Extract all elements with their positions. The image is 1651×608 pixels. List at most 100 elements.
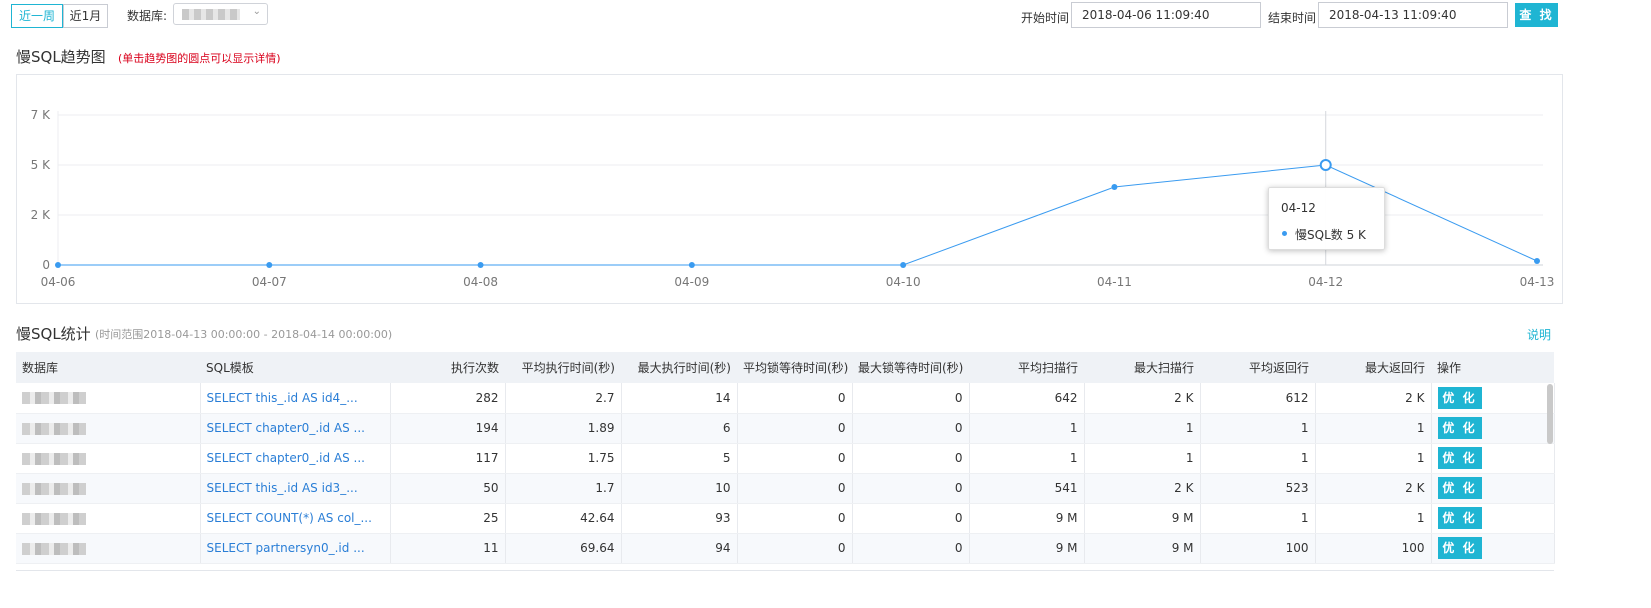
cell-max-scan-rows: 1 xyxy=(1084,443,1201,474)
cell-database-blurred xyxy=(16,533,201,564)
cell-avg-scan-rows: 9 M xyxy=(969,503,1085,534)
sql-template-link[interactable]: SELECT COUNT(*) AS col_... xyxy=(207,511,372,525)
stats-time-range: (时间范围2018-04-13 00:00:00 - 2018-04-14 00… xyxy=(95,328,393,341)
cell-max-lock-wait: 0 xyxy=(852,473,970,504)
cell-max-lock-wait: 0 xyxy=(852,503,970,534)
col-header-avg-scan-rows: 平均扫描行 xyxy=(969,352,1084,383)
cell-max-scan-rows: 1 xyxy=(1084,413,1201,444)
col-header-sql-template: SQL模板 xyxy=(200,352,390,383)
cell-avg-return-rows: 612 xyxy=(1200,383,1316,414)
optimize-button[interactable]: 优 化 xyxy=(1437,537,1482,559)
col-header-actions: 操作 xyxy=(1431,352,1554,383)
trend-title: 慢SQL趋势图 xyxy=(16,48,106,66)
cell-max-exec-time: 94 xyxy=(621,533,738,564)
col-header-max-exec-time: 最大执行时间(秒) xyxy=(621,352,737,383)
tooltip-series-dot-icon xyxy=(1282,231,1287,236)
tab-recent-week[interactable]: 近一周 xyxy=(11,4,63,28)
data-point xyxy=(1111,184,1118,190)
table-row: SELECT this_.id AS id3_... 50 1.7 10 0 0… xyxy=(16,473,1555,504)
cell-max-lock-wait: 0 xyxy=(852,383,970,414)
y-tick-label: 7 K xyxy=(31,108,51,122)
data-point xyxy=(900,262,907,268)
table-bottom-edge xyxy=(16,570,1554,575)
cell-max-exec-time: 10 xyxy=(621,473,738,504)
sql-template-link[interactable]: SELECT chapter0_.id AS ... xyxy=(207,421,365,435)
data-point xyxy=(55,262,61,268)
database-select[interactable]: ⌄ xyxy=(173,3,268,25)
cell-avg-exec-time: 69.64 xyxy=(505,533,622,564)
sql-template-link[interactable]: SELECT partnersyn0_.id ... xyxy=(207,541,365,555)
stats-title: 慢SQL统计 xyxy=(16,325,91,343)
optimize-button[interactable]: 优 化 xyxy=(1437,507,1482,529)
slow-sql-table: 数据库 SQL模板 执行次数 平均执行时间(秒) 最大执行时间(秒) 平均锁等待… xyxy=(16,352,1555,564)
cell-max-return-rows: 1 xyxy=(1315,443,1432,474)
cell-max-scan-rows: 2 K xyxy=(1084,473,1201,504)
col-header-max-lock-wait: 最大锁等待时间(秒) xyxy=(852,352,969,383)
table-row: SELECT chapter0_.id AS ... 117 1.75 5 0 … xyxy=(16,443,1555,474)
sql-template-link[interactable]: SELECT chapter0_.id AS ... xyxy=(207,451,365,465)
data-point xyxy=(266,262,273,268)
cell-avg-lock-wait: 0 xyxy=(737,503,853,534)
x-tick-label: 04-12 xyxy=(1308,275,1343,289)
optimize-button[interactable]: 优 化 xyxy=(1437,417,1482,439)
cell-max-return-rows: 2 K xyxy=(1315,473,1432,504)
cell-max-exec-time: 14 xyxy=(621,383,738,414)
col-header-database: 数据库 xyxy=(16,352,200,383)
cell-avg-return-rows: 1 xyxy=(1200,503,1316,534)
x-tick-label: 04-08 xyxy=(463,275,498,289)
data-point xyxy=(1534,258,1540,264)
y-tick-label: 2 K xyxy=(31,208,51,222)
cell-avg-return-rows: 1 xyxy=(1200,413,1316,444)
data-point xyxy=(477,262,484,268)
tooltip-value: 慢SQL数 5 K xyxy=(1295,228,1366,242)
cell-max-exec-time: 93 xyxy=(621,503,738,534)
cell-exec-count: 25 xyxy=(390,503,506,534)
end-time-input[interactable]: 2018-04-13 11:09:40 xyxy=(1318,2,1508,28)
optimize-button[interactable]: 优 化 xyxy=(1437,386,1482,409)
cell-max-lock-wait: 0 xyxy=(852,443,970,474)
sql-template-link[interactable]: SELECT this_.id AS id3_... xyxy=(207,481,358,495)
cell-exec-count: 50 xyxy=(390,473,506,504)
data-point xyxy=(688,262,695,268)
cell-database-blurred xyxy=(16,413,201,444)
cell-max-return-rows: 1 xyxy=(1315,413,1432,444)
col-header-max-return-rows: 最大返回行 xyxy=(1315,352,1431,383)
start-time-input[interactable]: 2018-04-06 11:09:40 xyxy=(1071,2,1261,28)
chart-tooltip: 04-12 慢SQL数 5 K xyxy=(1268,187,1385,250)
cell-avg-exec-time: 2.7 xyxy=(505,383,622,414)
cell-max-scan-rows: 2 K xyxy=(1084,383,1201,414)
chevron-down-icon: ⌄ xyxy=(252,6,261,17)
col-header-max-scan-rows: 最大扫描行 xyxy=(1084,352,1200,383)
col-header-exec-count: 执行次数 xyxy=(390,352,505,383)
table-row: SELECT COUNT(*) AS col_... 25 42.64 93 0… xyxy=(16,503,1555,534)
table-row: SELECT this_.id AS id4_... 282 2.7 14 0 … xyxy=(16,383,1555,414)
cell-max-lock-wait: 0 xyxy=(852,533,970,564)
cell-database-blurred xyxy=(16,383,201,414)
database-label: 数据库: xyxy=(127,9,168,23)
col-header-avg-return-rows: 平均返回行 xyxy=(1200,352,1315,383)
x-tick-label: 04-09 xyxy=(674,275,709,289)
cell-exec-count: 282 xyxy=(390,383,506,414)
table-header-row: 数据库 SQL模板 执行次数 平均执行时间(秒) 最大执行时间(秒) 平均锁等待… xyxy=(16,352,1554,383)
cell-avg-return-rows: 1 xyxy=(1200,443,1316,474)
explain-link[interactable]: 说明 xyxy=(1527,326,1551,343)
cell-max-lock-wait: 0 xyxy=(852,413,970,444)
cell-avg-exec-time: 1.89 xyxy=(505,413,622,444)
table-scrollbar[interactable] xyxy=(1547,384,1553,444)
cell-avg-lock-wait: 0 xyxy=(737,383,853,414)
toolbar: 近一周 近1月 数据库: ⌄ 开始时间 2018-04-06 11:09:40 … xyxy=(0,0,1651,34)
optimize-button[interactable]: 优 化 xyxy=(1437,447,1482,469)
database-select-value-blurred xyxy=(182,9,240,20)
search-button[interactable]: 查 找 xyxy=(1515,3,1558,27)
cell-max-exec-time: 6 xyxy=(621,413,738,444)
cell-exec-count: 194 xyxy=(390,413,506,444)
col-header-avg-lock-wait: 平均锁等待时间(秒) xyxy=(737,352,852,383)
cell-exec-count: 117 xyxy=(390,443,506,474)
tab-recent-month[interactable]: 近1月 xyxy=(63,4,108,28)
sql-template-link[interactable]: SELECT this_.id AS id4_... xyxy=(207,391,358,405)
end-time-label: 结束时间 xyxy=(1268,11,1317,25)
x-tick-label: 04-06 xyxy=(41,275,76,289)
table-row: SELECT partnersyn0_.id ... 11 69.64 94 0… xyxy=(16,533,1555,564)
optimize-button[interactable]: 优 化 xyxy=(1437,477,1482,499)
cell-max-return-rows: 100 xyxy=(1315,533,1432,564)
